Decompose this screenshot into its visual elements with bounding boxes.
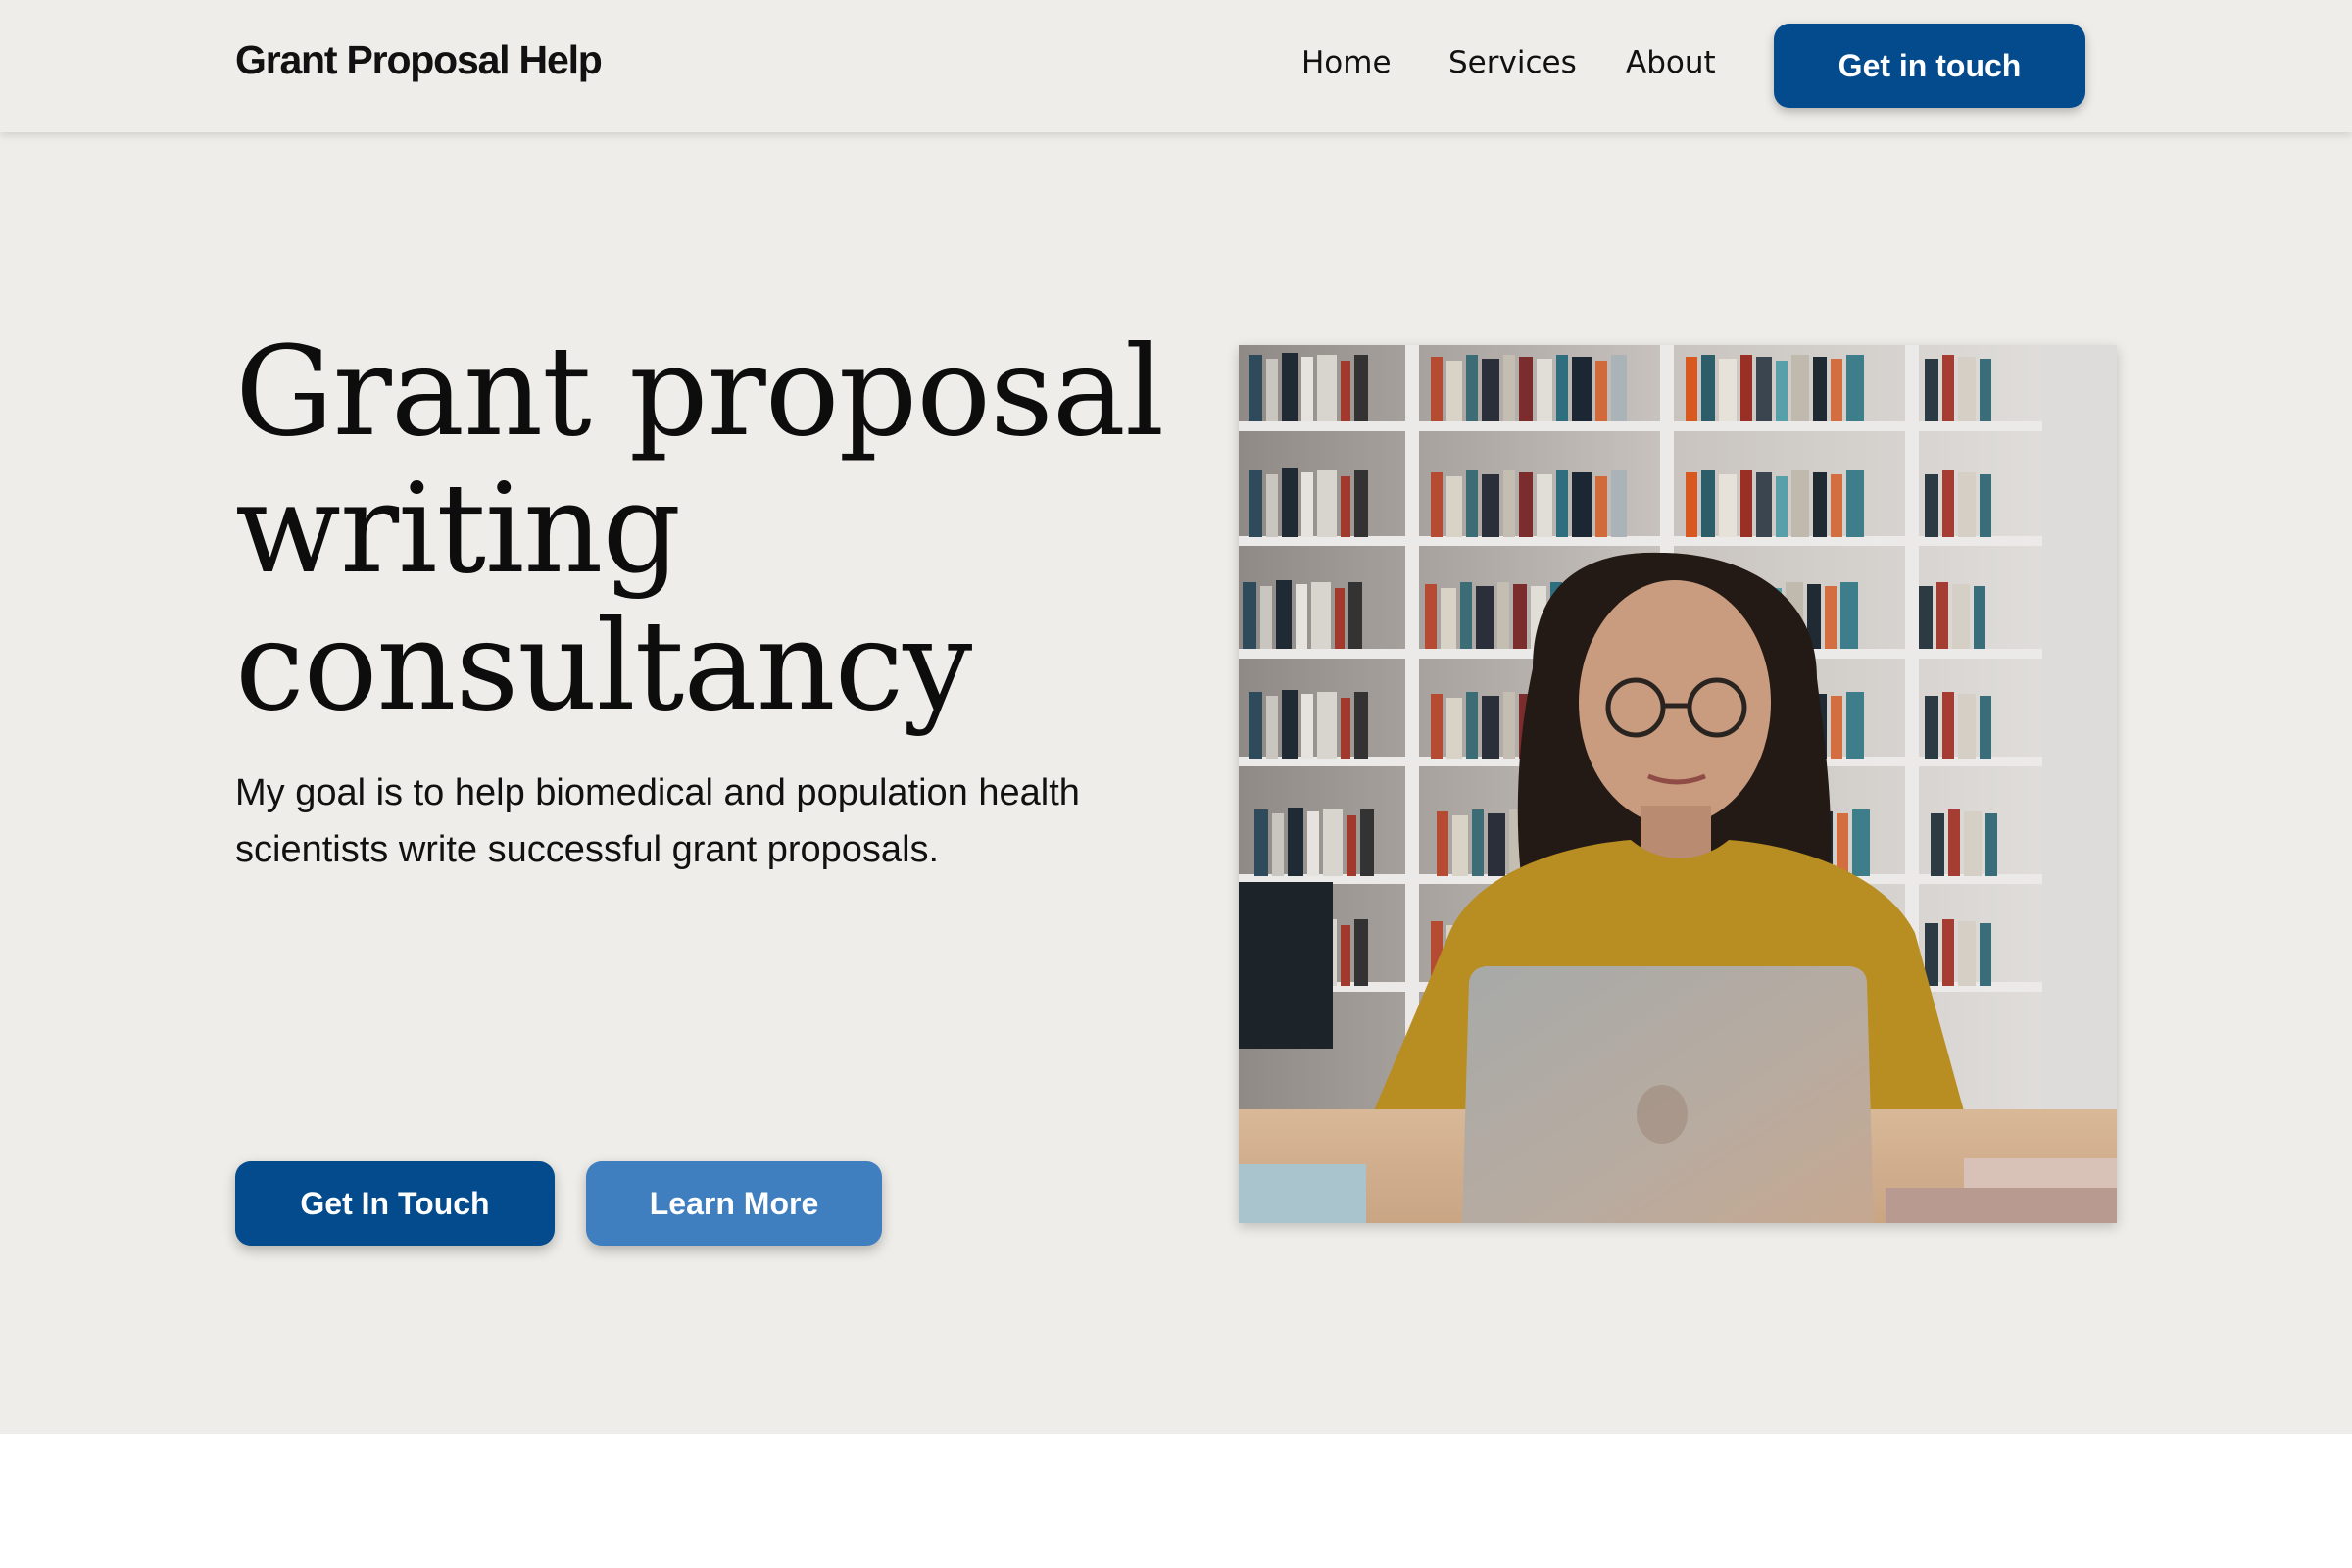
consultant-photo-illustration — [1239, 345, 2117, 1223]
site-header: Grant Proposal Help Home Services About … — [0, 0, 2352, 132]
hero-subtitle: My goal is to help biomedical and popula… — [235, 772, 1080, 870]
get-in-touch-header-button[interactable]: Get in touch — [1774, 24, 2085, 108]
hero-section: Grant proposal writing consultancy My go… — [0, 132, 2352, 1434]
hero-photo — [1239, 345, 2117, 1223]
brand-logo-text[interactable]: Grant Proposal Help — [235, 37, 603, 83]
nav-link-services[interactable]: Services — [1448, 45, 1577, 80]
nav-link-about[interactable]: About — [1626, 45, 1716, 80]
get-in-touch-button[interactable]: Get In Touch — [235, 1161, 555, 1246]
learn-more-button[interactable]: Learn More — [586, 1161, 882, 1246]
hero-title: Grant proposal writing consultancy — [235, 319, 1164, 738]
nav-link-home[interactable]: Home — [1301, 45, 1392, 80]
